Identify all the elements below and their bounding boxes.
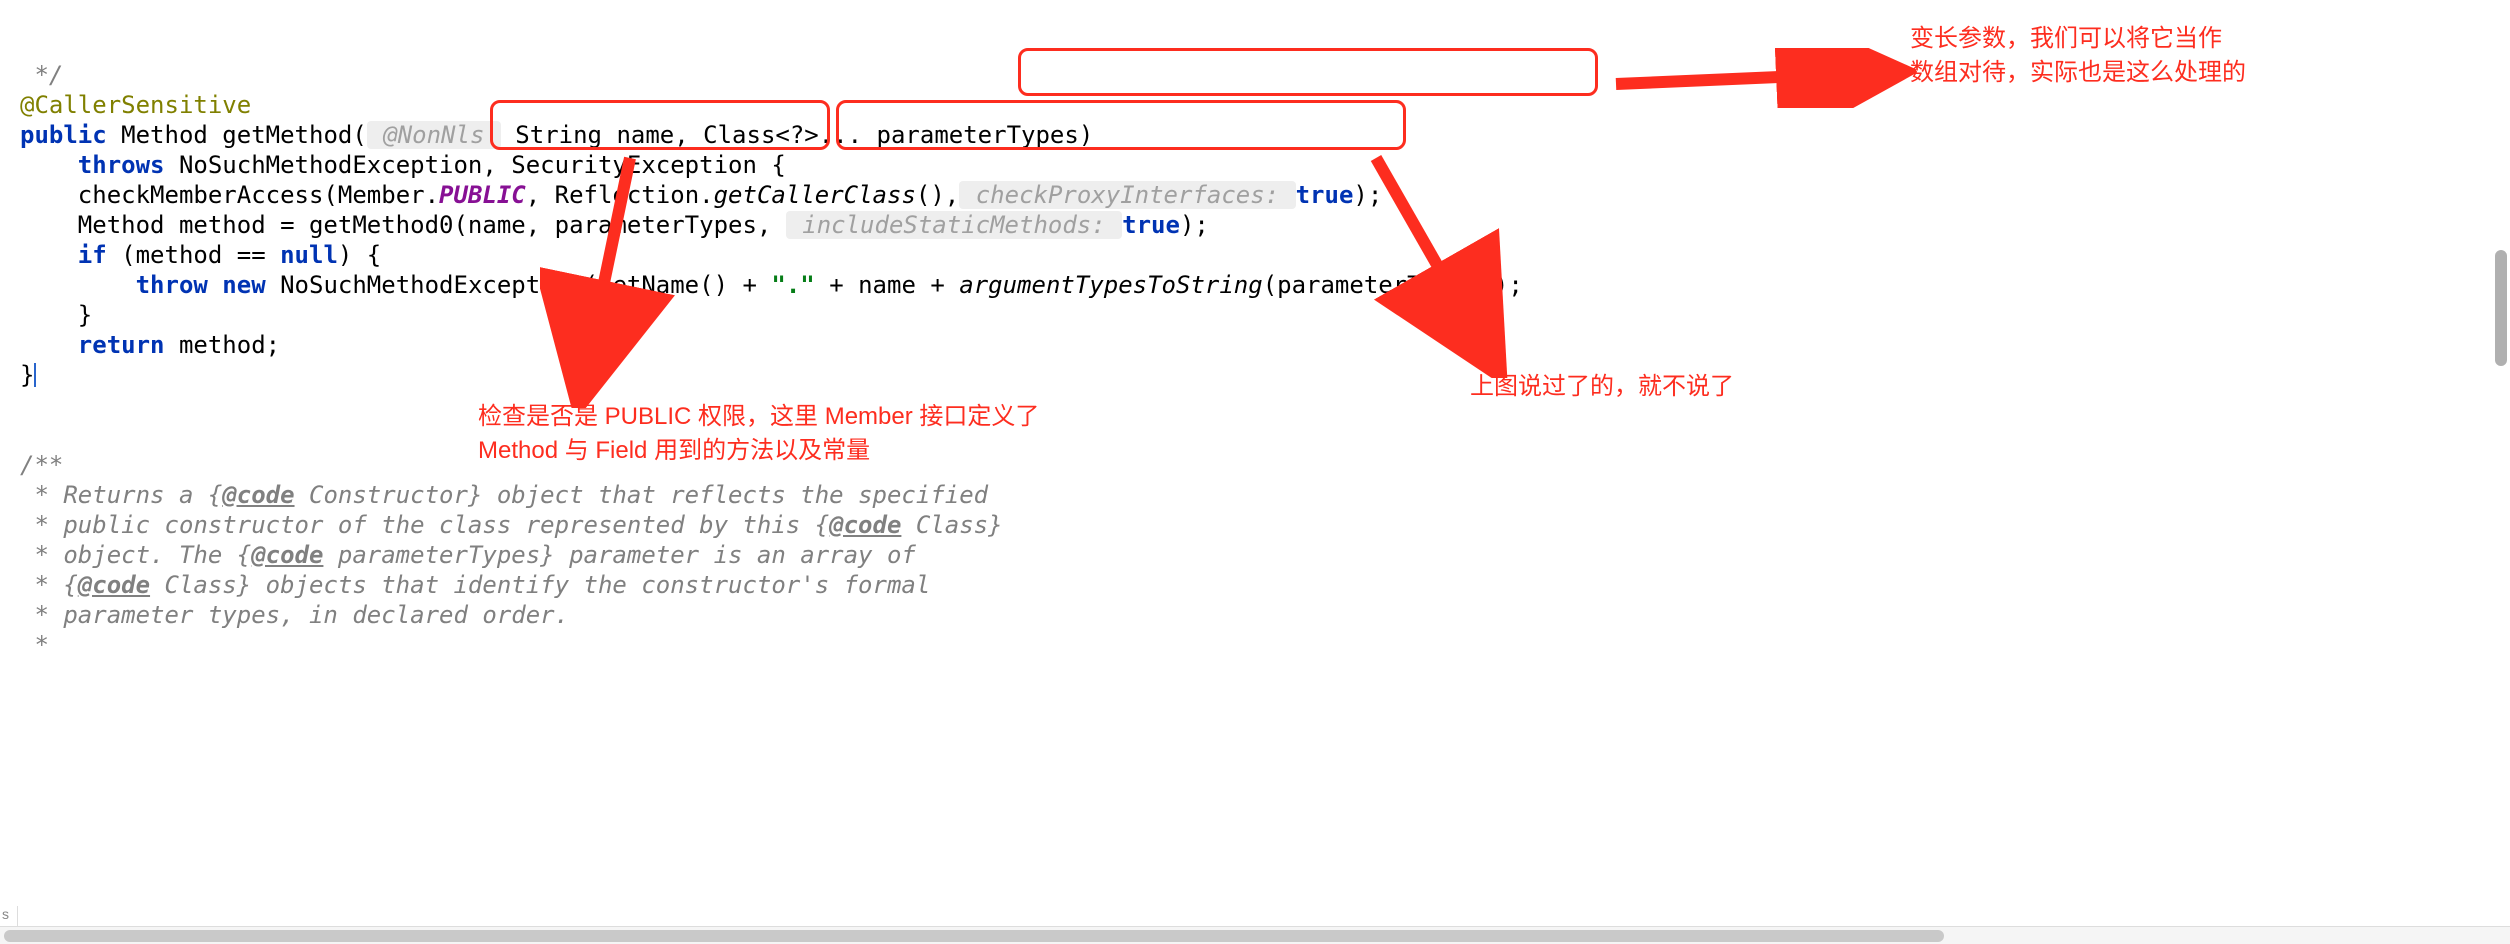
note-said-above: 上图说过了的，就不说了	[1470, 370, 1734, 404]
code-editor[interactable]: */ @CallerSensitive public Method getMet…	[0, 0, 2510, 900]
javadoc-code-tag-2: @code	[829, 511, 901, 539]
close-stmt-1: );	[1353, 181, 1382, 209]
javadoc-line-5a: * {	[20, 571, 78, 599]
string-dot: "."	[771, 271, 814, 299]
hint-checkproxyinterfaces: checkProxyInterfaces:	[959, 181, 1295, 209]
call-checkmemberaccess: checkMemberAccess(	[20, 181, 338, 209]
keyword-true-1: true	[1296, 181, 1354, 209]
line-method-decl: Method method = getMethod0(name, paramet…	[20, 211, 786, 239]
status-tab[interactable]: s	[0, 906, 18, 926]
javadoc-line-3b: Class}	[901, 511, 1002, 539]
type-method: Method	[107, 121, 223, 149]
comment-end: */	[20, 61, 63, 89]
vertical-scrollbar[interactable]	[2492, 0, 2510, 926]
method-name-getmethod: getMethod(	[222, 121, 367, 149]
ref-member: Member.	[338, 181, 439, 209]
javadoc-line-2b: Constructor} object that reflects the sp…	[295, 481, 989, 509]
javadoc-line-5b: Class} objects that identify the constru…	[150, 571, 930, 599]
horizontal-scrollbar[interactable]	[0, 926, 2510, 944]
note-public-check: 检查是否是 PUBLIC 权限，这里 Member 接口定义了 Method 与…	[478, 400, 1039, 468]
javadoc-start: /**	[20, 451, 63, 479]
javadoc-line-6: * parameter types, in declared order.	[20, 601, 569, 629]
close-stmt-2: );	[1180, 211, 1209, 239]
horizontal-scrollbar-thumb[interactable]	[4, 930, 1944, 942]
param-class-vararg: Class<?>... parameterTypes	[703, 121, 1079, 149]
param-string-name: String name,	[501, 121, 703, 149]
call-argumenttypestostring: argumentTypesToString	[959, 271, 1262, 299]
enum-public: PUBLIC	[439, 181, 526, 209]
comma: ,	[526, 181, 555, 209]
brace-close-if: }	[20, 301, 92, 329]
hint-includestaticmethods: includeStaticMethods:	[786, 211, 1122, 239]
new-nsme: NoSuchMethodException(getName() +	[266, 271, 772, 299]
keyword-true-2: true	[1122, 211, 1180, 239]
javadoc-code-tag-1: @code	[222, 481, 294, 509]
annotation-caller-sensitive: @CallerSensitive	[20, 91, 251, 119]
javadoc-line-4b: parameterTypes} parameter is an array of	[323, 541, 915, 569]
keyword-if: if	[78, 241, 107, 269]
throws-list: NoSuchMethodException, SecurityException…	[165, 151, 786, 179]
javadoc-line-2a: * Returns a {	[20, 481, 222, 509]
javadoc-line-7: *	[20, 631, 49, 659]
javadoc-code-tag-4: @code	[78, 571, 150, 599]
note-vararg: 变长参数，我们可以将它当作 数组对待，实际也是这么处理的	[1910, 22, 2246, 90]
keyword-throw: throw	[136, 271, 208, 299]
vertical-scrollbar-thumb[interactable]	[2495, 250, 2507, 366]
return-method: method;	[165, 331, 281, 359]
keyword-null: null	[280, 241, 338, 269]
javadoc-line-4a: * object. The {	[20, 541, 251, 569]
if-close: ) {	[338, 241, 381, 269]
call-getcallerclass: getCallerClass	[714, 181, 916, 209]
ref-reflection: Reflection.	[555, 181, 714, 209]
keyword-throws: throws	[78, 151, 165, 179]
text-caret	[34, 363, 36, 387]
keyword-return: return	[78, 331, 165, 359]
javadoc-code-tag-3: @code	[251, 541, 323, 569]
attts-close: (parameterTypes));	[1263, 271, 1523, 299]
keyword-public: public	[20, 121, 107, 149]
if-cond: (method ==	[107, 241, 280, 269]
keyword-new: new	[222, 271, 265, 299]
brace-close-method: }	[20, 361, 34, 389]
paren-close: )	[1079, 121, 1093, 149]
javadoc-line-3a: * public constructor of the class repres…	[20, 511, 829, 539]
refl-close: (),	[916, 181, 959, 209]
plus-name: + name +	[815, 271, 960, 299]
hint-nonnls: @NonNls	[367, 121, 501, 149]
